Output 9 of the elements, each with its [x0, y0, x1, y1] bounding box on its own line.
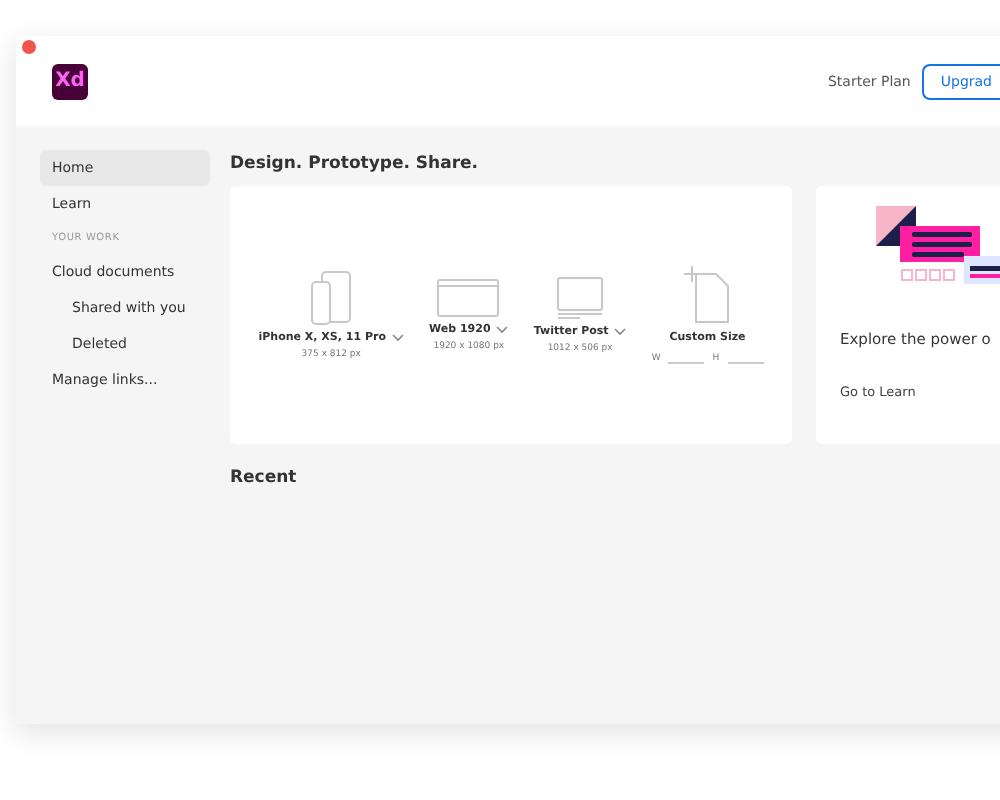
caret-icon[interactable]: [391, 334, 404, 342]
browser-icon: [436, 278, 501, 318]
page-heading: Design. Prototype. Share.: [230, 154, 481, 174]
app-logo: Xd: [52, 63, 88, 99]
caret-icon[interactable]: [614, 328, 627, 336]
new-document-icon: [683, 266, 732, 326]
recent-heading: Recent: [230, 468, 299, 488]
caret-icon[interactable]: [496, 326, 509, 334]
monitor-icon: [556, 276, 605, 320]
